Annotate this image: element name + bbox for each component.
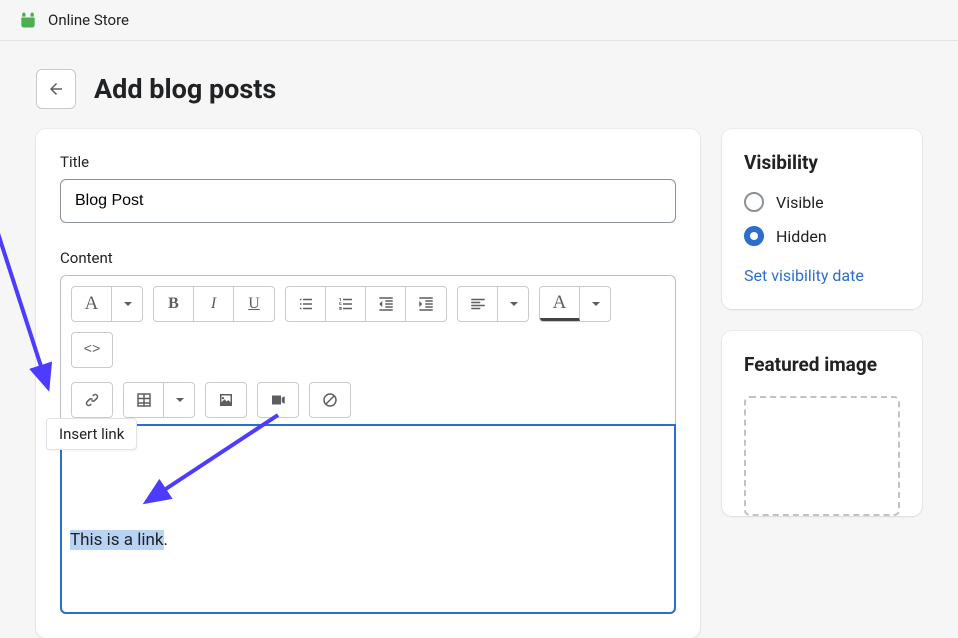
radio-unchecked-icon xyxy=(744,192,764,212)
trailing-text: . xyxy=(164,530,168,550)
store-icon xyxy=(18,10,38,30)
clear-format-button[interactable] xyxy=(310,383,350,417)
visibility-title: Visibility xyxy=(744,151,900,174)
align-dropdown[interactable] xyxy=(498,287,528,321)
text-color-button[interactable]: A xyxy=(540,287,580,321)
table-dropdown[interactable] xyxy=(164,383,194,417)
indent-icon xyxy=(417,295,435,313)
editor-text-line: This is a link. xyxy=(70,530,168,550)
featured-image-card: Featured image xyxy=(722,331,922,516)
visible-label: Visible xyxy=(776,193,824,212)
font-family-button[interactable]: A xyxy=(72,287,112,321)
visibility-card: Visibility Visible Hidden Set visibility… xyxy=(722,129,922,309)
table-button[interactable] xyxy=(124,383,164,417)
editor-content-area[interactable]: This is a link. xyxy=(60,424,676,614)
align-button[interactable] xyxy=(458,287,498,321)
numbered-list-icon xyxy=(337,295,355,313)
radio-checked-icon xyxy=(744,226,764,246)
outdent-icon xyxy=(377,295,395,313)
editor-toolbar: A B I U xyxy=(61,276,675,425)
title-input[interactable] xyxy=(60,179,676,223)
bullet-list-icon xyxy=(297,295,315,313)
html-button[interactable]: <> xyxy=(72,333,112,367)
set-visibility-date-link[interactable]: Set visibility date xyxy=(744,266,864,285)
visibility-visible-option[interactable]: Visible xyxy=(744,192,900,212)
image-button[interactable] xyxy=(206,383,246,417)
rich-text-editor: A B I U xyxy=(60,275,676,614)
bold-button[interactable]: B xyxy=(154,287,194,321)
no-entry-icon xyxy=(321,391,339,409)
page-title: Add blog posts xyxy=(94,73,276,105)
font-family-dropdown[interactable] xyxy=(112,287,142,321)
bullet-list-button[interactable] xyxy=(286,287,326,321)
insert-link-button[interactable] xyxy=(72,383,112,417)
insert-link-tooltip: Insert link xyxy=(46,418,137,450)
topbar-label: Online Store xyxy=(48,11,129,29)
underline-button[interactable]: U xyxy=(234,287,274,321)
indent-button[interactable] xyxy=(406,287,446,321)
page-header: Add blog posts xyxy=(0,41,958,129)
title-label: Title xyxy=(60,153,676,171)
link-icon xyxy=(83,391,101,409)
hidden-label: Hidden xyxy=(776,227,827,246)
image-icon xyxy=(217,391,235,409)
featured-image-title: Featured image xyxy=(744,353,900,376)
arrow-left-icon xyxy=(47,80,65,98)
table-icon xyxy=(135,391,153,409)
italic-button[interactable]: I xyxy=(194,287,234,321)
content-label: Content xyxy=(60,249,676,267)
back-button[interactable] xyxy=(36,69,76,109)
featured-image-dropzone[interactable] xyxy=(744,396,900,516)
align-left-icon xyxy=(469,295,487,313)
outdent-button[interactable] xyxy=(366,287,406,321)
visibility-hidden-option[interactable]: Hidden xyxy=(744,226,900,246)
video-button[interactable] xyxy=(258,383,298,417)
video-icon xyxy=(269,391,287,409)
main-card: Title Content A B I U xyxy=(36,129,700,638)
selected-text: This is a link xyxy=(70,530,164,550)
numbered-list-button[interactable] xyxy=(326,287,366,321)
topbar: Online Store xyxy=(0,0,958,41)
text-color-dropdown[interactable] xyxy=(580,287,610,321)
